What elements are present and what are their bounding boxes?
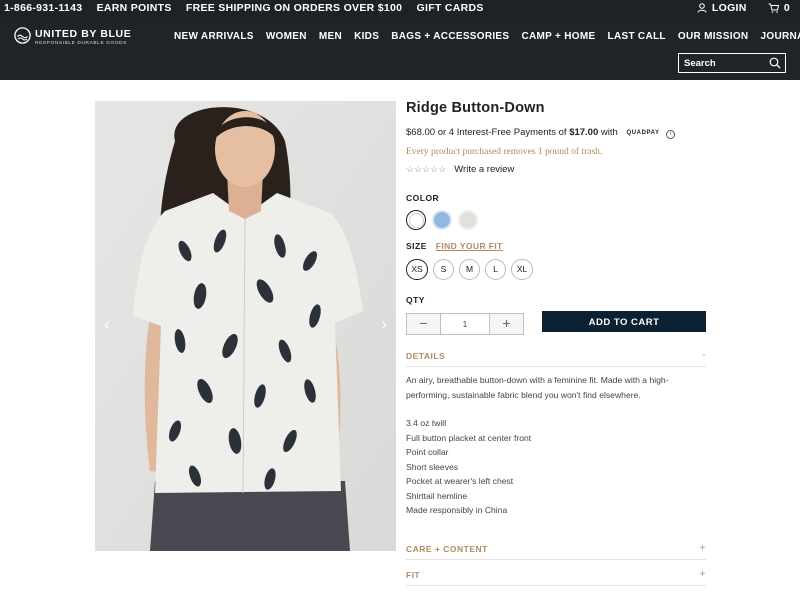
care-divider <box>406 559 706 560</box>
earn-points-link[interactable]: EARN POINTS <box>97 2 172 14</box>
swatch-light-blue[interactable] <box>432 210 452 230</box>
installment-with: with <box>600 127 618 138</box>
main-header: UNITED BY BLUE RESPONSIBLE DURABLE GOODS… <box>0 17 800 80</box>
feature-item: Short sleeves <box>406 461 459 472</box>
reviews-row: ☆☆☆☆☆ Write a review <box>406 164 514 175</box>
product-image[interactable]: ‹ › <box>95 101 396 551</box>
fit-divider <box>406 585 706 586</box>
quadpay-logo: QUADPAY <box>626 130 660 136</box>
login-link[interactable]: LOGIN <box>697 2 750 14</box>
size-s[interactable]: S <box>433 259 454 280</box>
fit-accordion-header[interactable]: FIT + <box>406 569 706 586</box>
feature-item: Point collar <box>406 447 449 457</box>
nav-men[interactable]: MEN <box>319 31 342 42</box>
size-xl[interactable]: XL <box>511 259 533 280</box>
care-accordion-header[interactable]: CARE + CONTENT + <box>406 543 706 560</box>
brand-tagline: RESPONSIBLE DURABLE GOODS <box>35 41 128 46</box>
feature-item: Made responsibly in China <box>406 505 508 515</box>
nav-last-call[interactable]: LAST CALL <box>608 31 666 42</box>
nav-camp-home[interactable]: CAMP + HOME <box>521 31 595 42</box>
utility-bar: 1-866-931-1143 EARN POINTS FREE SHIPPING… <box>0 0 800 17</box>
size-l[interactable]: L <box>485 259 506 280</box>
nav-new-arrivals[interactable]: NEW ARRIVALS <box>174 31 254 42</box>
add-to-cart-button[interactable]: ADD TO CART <box>542 311 706 332</box>
fit-toggle-icon: + <box>699 569 706 580</box>
cart-link[interactable]: 0 <box>768 2 790 14</box>
color-label: COLOR <box>406 193 440 203</box>
qty-label: QTY <box>406 295 425 305</box>
feature-item: Full button placket at center front <box>406 432 532 443</box>
brand-name: UNITED BY BLUE <box>35 28 132 40</box>
size-label-row: SIZE FIND YOUR FIT <box>406 241 503 251</box>
main-nav: NEW ARRIVALS WOMEN MEN KIDS BAGS + ACCES… <box>174 31 800 42</box>
size-label: SIZE <box>406 241 427 251</box>
nav-kids[interactable]: KIDS <box>354 31 379 42</box>
details-accordion-header[interactable]: DETAILS - <box>406 350 706 367</box>
price-line: $68.00 or 4 Interest-Free Payments of $1… <box>406 127 676 139</box>
care-heading: CARE + CONTENT <box>406 544 488 554</box>
login-label: LOGIN <box>711 2 747 14</box>
phone-link[interactable]: 1-866-931-1143 <box>4 2 82 14</box>
find-your-fit-link[interactable]: FIND YOUR FIT <box>436 241 503 251</box>
qty-input[interactable] <box>440 314 490 334</box>
nav-women[interactable]: WOMEN <box>266 31 307 42</box>
trash-note: Every product purchased removes 1 pound … <box>406 147 603 157</box>
swatch-white[interactable] <box>406 210 426 230</box>
nav-our-mission[interactable]: OUR MISSION <box>678 31 749 42</box>
qty-plus-button[interactable]: + <box>490 314 523 334</box>
details-description: An airy, breathable button-down with a f… <box>406 373 706 402</box>
cart-count: 0 <box>783 2 790 14</box>
user-icon <box>697 3 707 13</box>
details-divider <box>406 366 706 367</box>
nav-journal[interactable]: JOURNAL <box>761 31 800 42</box>
free-shipping-link[interactable]: FREE SHIPPING ON ORDERS OVER $100 <box>186 2 402 14</box>
details-toggle-icon: - <box>702 350 706 361</box>
size-m[interactable]: M <box>459 259 480 280</box>
details-heading: DETAILS <box>406 351 446 361</box>
gallery-next-icon[interactable]: › <box>381 314 387 335</box>
quantity-stepper: − + <box>406 313 524 335</box>
fit-heading: FIT <box>406 570 421 580</box>
brand-logo[interactable]: UNITED BY BLUE RESPONSIBLE DURABLE GOODS <box>14 27 131 51</box>
nav-bags-accessories[interactable]: BAGS + ACCESSORIES <box>391 31 509 42</box>
description-text: An airy, breathable button-down with a f… <box>406 375 669 400</box>
search-icon[interactable] <box>769 57 781 69</box>
product-title: Ridge Button-Down <box>406 100 545 116</box>
logo-mark-icon <box>14 27 31 44</box>
size-xs[interactable]: XS <box>406 259 428 280</box>
search-input[interactable] <box>684 56 766 70</box>
qty-minus-button[interactable]: − <box>407 314 440 334</box>
cart-icon <box>768 3 779 13</box>
swatch-stone[interactable] <box>458 210 478 230</box>
rating-stars-icon: ☆☆☆☆☆ <box>406 164 447 174</box>
feature-list: 3.4 oz twill Full button placket at cent… <box>406 416 531 518</box>
feature-item: Shirttail hemline <box>406 490 468 501</box>
gift-cards-link[interactable]: GIFT CARDS <box>417 2 484 14</box>
product-photo <box>95 101 396 551</box>
feature-item: Pocket at wearer's left chest <box>406 476 514 486</box>
gallery-prev-icon[interactable]: ‹ <box>104 314 110 335</box>
installment-prefix: or 4 Interest-Free Payments of <box>437 127 567 138</box>
installment-amount: $17.00 <box>569 127 599 138</box>
product-price: $68.00 <box>406 127 436 138</box>
search-box <box>678 53 786 73</box>
care-toggle-icon: + <box>699 543 706 554</box>
feature-item: 3.4 oz twill <box>406 418 447 428</box>
info-icon[interactable]: i <box>666 130 676 139</box>
write-review-link[interactable]: Write a review <box>454 164 514 175</box>
